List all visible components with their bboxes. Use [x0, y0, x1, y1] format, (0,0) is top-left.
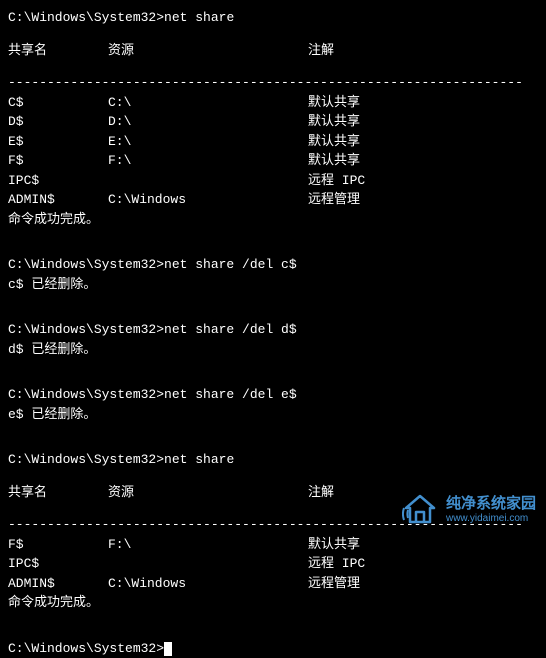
header-remark: 注解 [308, 41, 538, 61]
share-name: F$ [8, 535, 108, 555]
header-name: 共享名 [8, 41, 108, 61]
table-row: IPC$ 远程 IPC [8, 554, 538, 574]
prompt-line: C:\Windows\System32>net share /del e$ [8, 385, 538, 405]
share-remark: 默认共享 [308, 132, 538, 152]
share-name: IPC$ [8, 554, 108, 574]
success-text: 命令成功完成。 [8, 210, 538, 230]
share-remark: 远程管理 [308, 574, 538, 594]
prompt-path: C:\Windows\System32> [8, 641, 164, 656]
table-row: C$C:\默认共享 [8, 93, 538, 113]
watermark-title: 纯净系统家园 [446, 496, 536, 513]
prompt-line[interactable]: C:\Windows\System32> [8, 639, 538, 658]
command-text: net share [164, 452, 234, 467]
share-name: ADMIN$ [8, 190, 108, 210]
header-name: 共享名 [8, 483, 108, 503]
watermark: 纯净系统家园 www.yidaimei.com [402, 492, 536, 528]
header-resource: 资源 [108, 483, 308, 503]
table-row: IPC$ 远程 IPC [8, 171, 538, 191]
share-name: E$ [8, 132, 108, 152]
prompt-path: C:\Windows\System32> [8, 10, 164, 25]
table-row: F$F:\默认共享 [8, 535, 538, 555]
share-name: C$ [8, 93, 108, 113]
table-row: ADMIN$C:\Windows远程管理 [8, 190, 538, 210]
table-row: D$D:\默认共享 [8, 112, 538, 132]
prompt-line: C:\Windows\System32>net share /del c$ [8, 255, 538, 275]
prompt-line: C:\Windows\System32>net share [8, 8, 538, 28]
command-text: net share [164, 10, 234, 25]
share-name: ADMIN$ [8, 574, 108, 594]
watermark-url: www.yidaimei.com [446, 513, 536, 524]
house-icon [402, 492, 438, 528]
share-remark: 默认共享 [308, 93, 538, 113]
share-remark: 默认共享 [308, 112, 538, 132]
share-resource [108, 554, 308, 574]
share-resource [108, 171, 308, 191]
share-resource: F:\ [108, 151, 308, 171]
share-remark: 默认共享 [308, 151, 538, 171]
cursor-icon [164, 642, 172, 656]
table-row: E$E:\默认共享 [8, 132, 538, 152]
share-name: D$ [8, 112, 108, 132]
share-resource: D:\ [108, 112, 308, 132]
table-row: ADMIN$C:\Windows远程管理 [8, 574, 538, 594]
output-text: e$ 已经删除。 [8, 405, 538, 425]
table-header: 共享名 资源 注解 [8, 41, 538, 61]
output-text: c$ 已经删除。 [8, 275, 538, 295]
share-name: IPC$ [8, 171, 108, 191]
header-resource: 资源 [108, 41, 308, 61]
share-name: F$ [8, 151, 108, 171]
share-resource: C:\Windows [108, 190, 308, 210]
prompt-line: C:\Windows\System32>net share /del d$ [8, 320, 538, 340]
share-resource: C:\Windows [108, 574, 308, 594]
share-resource: C:\ [108, 93, 308, 113]
share-remark: 远程 IPC [308, 171, 538, 191]
success-text: 命令成功完成。 [8, 593, 538, 613]
divider-line: ----------------------------------------… [8, 73, 538, 93]
share-remark: 远程 IPC [308, 554, 538, 574]
prompt-line: C:\Windows\System32>net share [8, 450, 538, 470]
table-row: F$F:\默认共享 [8, 151, 538, 171]
prompt-path: C:\Windows\System32> [8, 452, 164, 467]
share-remark: 远程管理 [308, 190, 538, 210]
share-resource: F:\ [108, 535, 308, 555]
share-remark: 默认共享 [308, 535, 538, 555]
share-resource: E:\ [108, 132, 308, 152]
output-text: d$ 已经删除。 [8, 340, 538, 360]
